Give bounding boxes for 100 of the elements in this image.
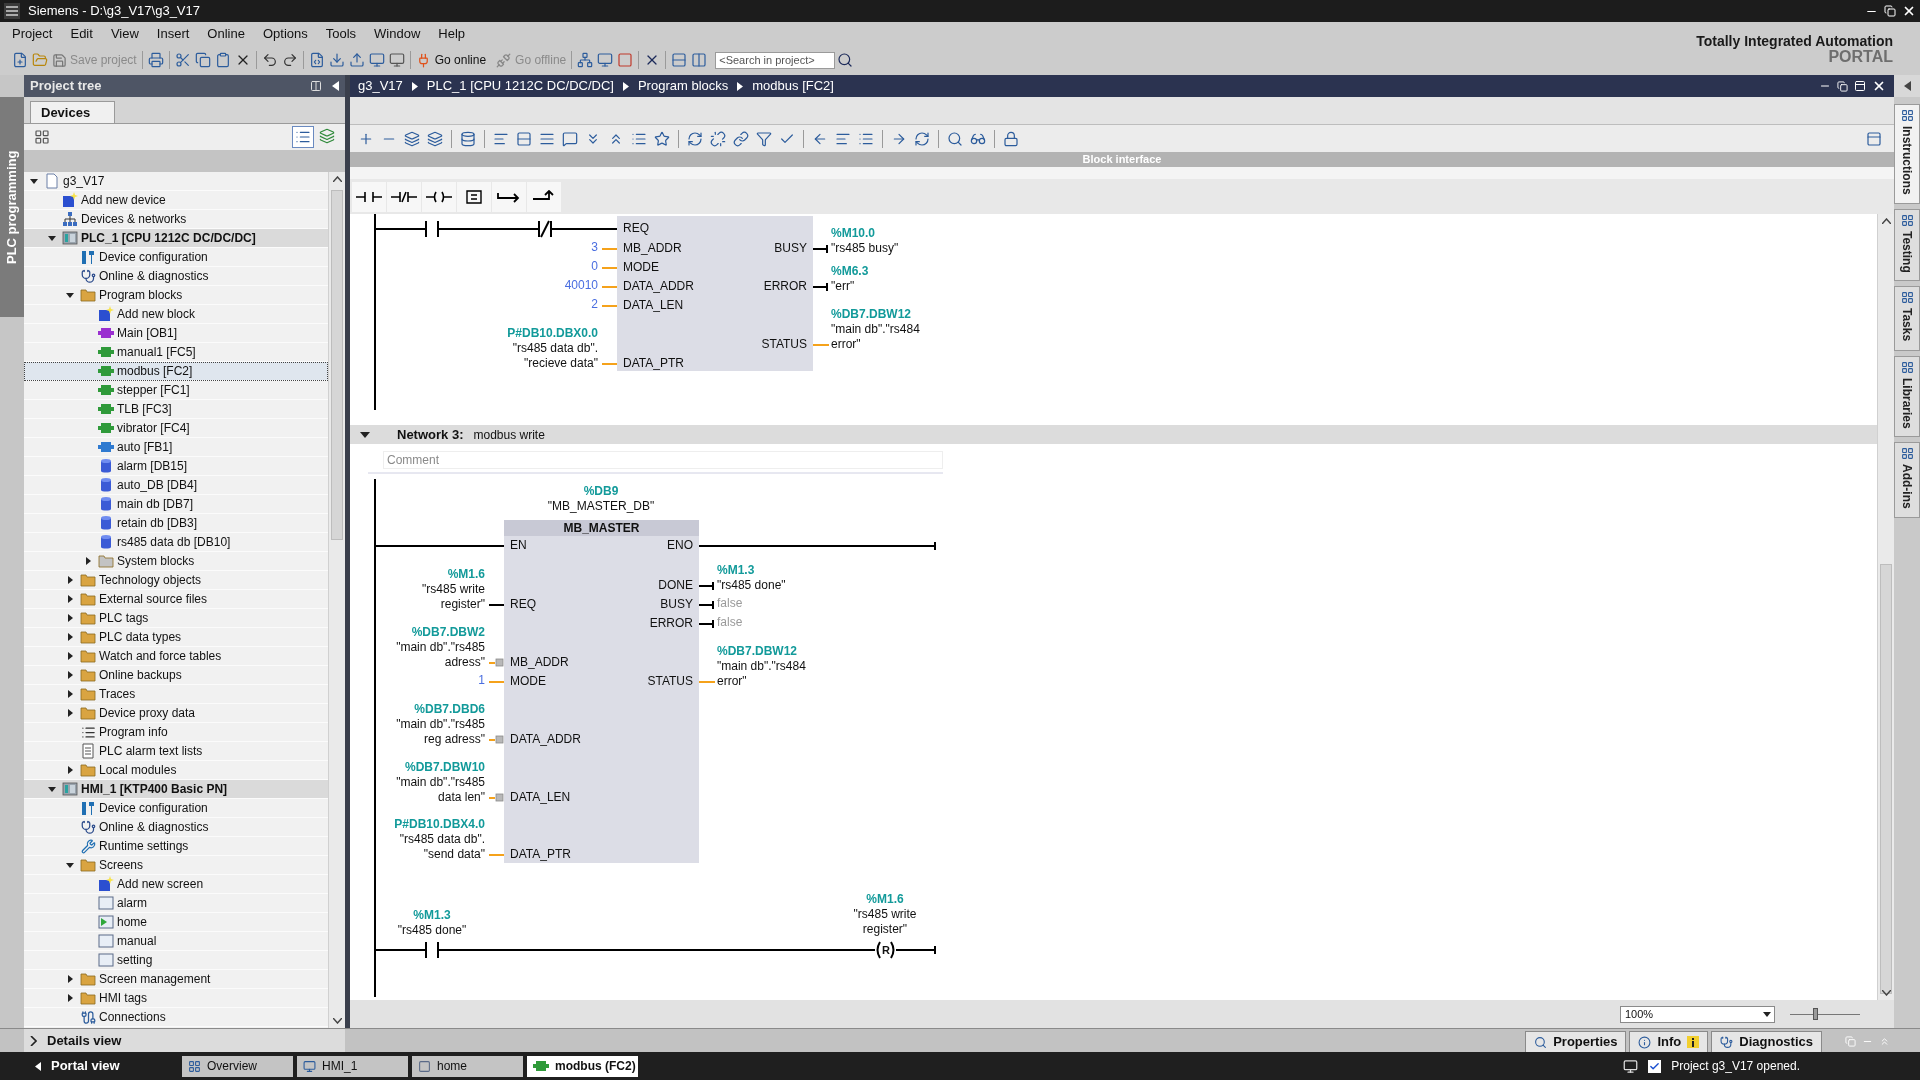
menu-item[interactable]: Project <box>4 23 61 44</box>
tree-item[interactable]: External source files <box>24 590 328 609</box>
restore-icon[interactable] <box>1884 5 1896 17</box>
zoom-slider[interactable] <box>1790 1008 1860 1020</box>
editor-tab[interactable]: Overview <box>182 1055 293 1077</box>
collapse-arrow-icon[interactable] <box>66 861 74 869</box>
go-online-button[interactable]: Go online <box>413 51 489 69</box>
side-panel-tab[interactable]: Libraries <box>1894 355 1920 438</box>
tree-item[interactable]: Add new block <box>24 305 328 324</box>
scroll-down-icon[interactable] <box>1882 990 1891 996</box>
network-header[interactable]: Network 3: modbus write <box>350 425 1877 444</box>
tree-item[interactable]: Traces <box>24 685 328 704</box>
portal-view-button[interactable]: Portal view <box>0 1056 180 1076</box>
tree-item[interactable]: PLC data types <box>24 628 328 647</box>
tree-item[interactable]: rs485 data db [DB10] <box>24 533 328 552</box>
scroll-down-icon[interactable] <box>333 1018 342 1024</box>
expand-arrow-icon[interactable] <box>66 975 74 983</box>
tree-item[interactable]: alarm [DB15] <box>24 457 328 476</box>
expand-arrow-icon[interactable] <box>66 576 74 584</box>
editor-tab[interactable]: HMI_1 <box>297 1055 408 1077</box>
menu-item[interactable]: Options <box>254 23 316 44</box>
tree-item[interactable]: Local modules <box>24 761 328 780</box>
maximize-icon[interactable] <box>1854 80 1866 92</box>
tree-item[interactable]: Online & diagnostics <box>24 818 328 837</box>
close-branch-icon[interactable] <box>527 182 561 212</box>
breadcrumb-item[interactable]: Program blocks <box>637 76 729 96</box>
scroll-up-icon[interactable] <box>333 176 342 182</box>
coil-icon[interactable] <box>422 182 456 212</box>
close-icon[interactable] <box>1872 79 1886 93</box>
tree-item[interactable]: Screens <box>24 856 328 875</box>
search-field[interactable]: <Search in project> <box>715 51 836 69</box>
tree-item[interactable]: home <box>24 913 328 932</box>
tree-item[interactable]: Screen management <box>24 970 328 989</box>
tree-item[interactable]: retain db [DB3] <box>24 514 328 533</box>
expand-arrow-icon[interactable] <box>66 690 74 698</box>
open-branch-icon[interactable] <box>492 182 526 212</box>
expand-arrow-icon[interactable] <box>66 766 74 774</box>
slider-thumb[interactable] <box>1813 1008 1819 1020</box>
tree-item[interactable]: PLC_1 [CPU 1212C DC/DC/DC] <box>24 229 328 248</box>
tree-item[interactable]: Watch and force tables <box>24 647 328 666</box>
expand-arrow-icon[interactable] <box>66 652 74 660</box>
editor-tab[interactable]: modbus (FC2) <box>527 1055 638 1077</box>
tree-item[interactable]: alarm <box>24 894 328 913</box>
monitor-icon[interactable] <box>1623 1058 1639 1074</box>
tree-item[interactable]: setting <box>24 951 328 970</box>
panel-tab[interactable]: Devices <box>30 101 115 123</box>
scrollbar[interactable] <box>1877 214 1894 1000</box>
close-icon[interactable] <box>1902 4 1916 18</box>
tree-item[interactable]: Online & diagnostics <box>24 267 328 286</box>
tree-item[interactable]: g3_V17 <box>24 172 328 191</box>
tree-item[interactable]: Add new device <box>24 191 328 210</box>
comment-field[interactable]: Comment <box>383 451 943 469</box>
expand-arrow-icon[interactable] <box>66 633 74 641</box>
editor-tab[interactable]: home <box>412 1055 523 1077</box>
collapse-arrow-icon[interactable] <box>66 291 74 299</box>
expand-arrow-icon[interactable] <box>66 709 74 717</box>
scrollbar-thumb[interactable] <box>331 190 343 540</box>
side-panel-tab[interactable]: Instructions <box>1894 104 1920 204</box>
side-panel-tab[interactable]: Testing <box>1894 208 1920 282</box>
tree-item[interactable]: Technology objects <box>24 571 328 590</box>
breadcrumb-item[interactable]: g3_V17 <box>358 76 403 96</box>
expand-arrow-icon[interactable] <box>84 557 92 565</box>
expand-arrow-icon[interactable] <box>66 614 74 622</box>
tree-item[interactable]: auto_DB [DB4] <box>24 476 328 495</box>
scroll-up-icon[interactable] <box>1882 218 1891 224</box>
side-tab[interactable]: PLC programming <box>0 97 24 317</box>
tree-item[interactable]: Devices & networks <box>24 210 328 229</box>
menu-item[interactable]: Online <box>199 23 253 44</box>
inspector-tab[interactable]: Info <box>1629 1031 1709 1052</box>
tree-item[interactable]: System blocks <box>24 552 328 571</box>
inspector-tab[interactable]: Diagnostics <box>1711 1031 1822 1052</box>
tree-item[interactable]: Device configuration <box>24 799 328 818</box>
layers-icon[interactable] <box>317 126 337 146</box>
scrollbar[interactable] <box>328 172 345 1028</box>
scrollbar-thumb[interactable] <box>1880 564 1892 994</box>
collapse-arrow-icon[interactable] <box>48 234 56 242</box>
expand-arrow-icon[interactable] <box>66 994 74 1002</box>
tree-item[interactable]: Program blocks <box>24 286 328 305</box>
tree-item[interactable]: PLC alarm text lists <box>24 742 328 761</box>
tree-item[interactable]: Device proxy data <box>24 704 328 723</box>
expand-arrow-icon[interactable] <box>66 671 74 679</box>
tree-item[interactable]: main db [DB7] <box>24 495 328 514</box>
tree-item[interactable]: Runtime settings <box>24 837 328 856</box>
normally-closed-contact-icon[interactable] <box>387 182 421 212</box>
tree-item[interactable]: HMI tags <box>24 989 328 1008</box>
normally-open-contact-icon[interactable] <box>352 182 386 212</box>
restore-icon[interactable] <box>1837 80 1848 92</box>
side-panel-tab[interactable]: Add-ins <box>1894 442 1920 518</box>
tree-item[interactable]: Online backups <box>24 666 328 685</box>
tree-item[interactable]: HMI_1 [KTP400 Basic PN] <box>24 780 328 799</box>
menu-item[interactable]: View <box>102 23 147 44</box>
breadcrumb-item[interactable]: modbus [FC2] <box>752 76 834 96</box>
menu-item[interactable]: Help <box>430 23 474 44</box>
collapse-arrow-icon[interactable] <box>360 430 370 439</box>
columns-icon[interactable] <box>310 80 322 92</box>
tree-item[interactable]: modbus [FC2] <box>24 362 328 381</box>
expand-arrow-icon[interactable] <box>66 595 74 603</box>
zoom-dropdown[interactable]: 100% <box>1620 1005 1775 1023</box>
tree-item[interactable]: manual <box>24 932 328 951</box>
collapse-arrow-icon[interactable] <box>48 785 56 793</box>
